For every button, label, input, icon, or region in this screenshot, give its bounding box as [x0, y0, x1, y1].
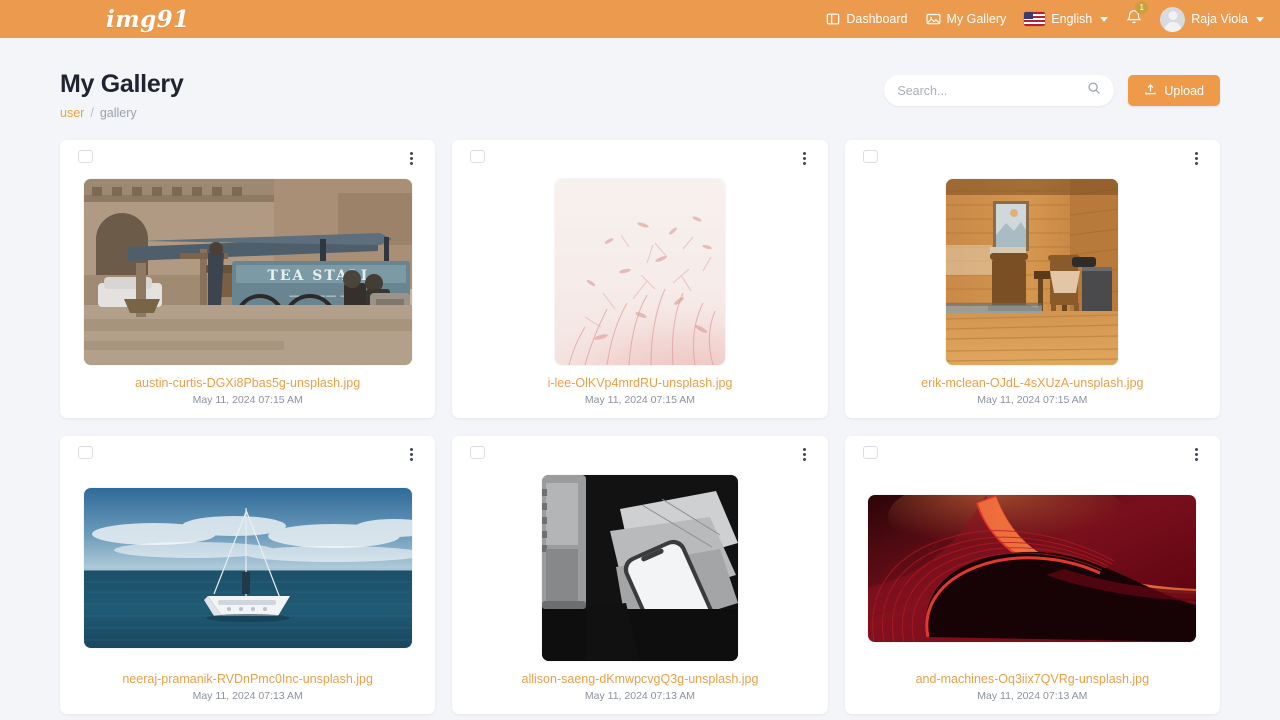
more-options-icon[interactable] [799, 150, 810, 167]
language-label: English [1051, 12, 1093, 26]
brand-logo[interactable]: img91 [106, 8, 190, 31]
chevron-down-icon [1100, 16, 1109, 22]
thumbnail-area: TEA STALL — ——— — [78, 172, 417, 377]
file-date: May 11, 2024 07:15 AM [584, 393, 696, 406]
card-caption: austin-curtis-DGXi8Pbas5g-unsplash.jpg M… [78, 377, 417, 406]
breadcrumb-separator: / [90, 105, 94, 120]
file-name[interactable]: allison-saeng-dKmwpcvgQ3g-unsplash.jpg [470, 673, 809, 686]
upload-button-label: Upload [1164, 83, 1204, 98]
image-thumbnail[interactable] [946, 179, 1119, 366]
page-header-left: My Gallery user / gallery [60, 70, 184, 120]
gallery-card[interactable]: allison-saeng-dKmwpcvgQ3g-unsplash.jpg M… [452, 435, 828, 714]
card-caption: allison-saeng-dKmwpcvgQ3g-unsplash.jpg M… [470, 673, 809, 702]
us-flag-icon [1024, 12, 1046, 26]
nav-item-my-gallery-label: My Gallery [946, 12, 1007, 26]
chevron-down-icon [1256, 16, 1264, 22]
select-checkbox[interactable] [470, 149, 486, 163]
file-name[interactable]: and-machines-Oq3iix7QVRg-unsplash.jpg [863, 673, 1202, 686]
select-checkbox[interactable] [78, 445, 93, 459]
image-thumbnail[interactable]: TEA STALL — ——— — [83, 179, 412, 366]
upload-icon [1144, 83, 1157, 99]
language-selector[interactable]: English [1024, 12, 1109, 26]
breadcrumb-user[interactable]: user [60, 106, 84, 120]
card-caption: and-machines-Oq3iix7QVRg-unsplash.jpg Ma… [863, 673, 1202, 702]
notification-badge: 1 [1135, 1, 1149, 14]
gallery-card[interactable]: erik-mclean-OJdL-4sXUzA-unsplash.jpg May… [844, 139, 1220, 418]
file-date: May 11, 2024 07:13 AM [584, 689, 696, 702]
thumbnail-area [863, 172, 1202, 377]
gallery-grid: TEA STALL — ——— — austin-curtis-DGXi8Pba… [60, 139, 1220, 714]
search-box[interactable] [884, 75, 1115, 106]
search-input[interactable] [897, 83, 1088, 98]
notifications-button[interactable]: 1 [1126, 1, 1149, 30]
file-name[interactable]: erik-mclean-OJdL-4sXUzA-unsplash.jpg [863, 377, 1202, 390]
dashboard-icon [826, 12, 840, 26]
file-date: May 11, 2024 07:13 AM [977, 689, 1088, 702]
nav-item-my-gallery[interactable]: My Gallery [925, 12, 1007, 26]
user-menu[interactable]: Raja Viola [1160, 6, 1264, 32]
more-options-icon[interactable] [1191, 150, 1202, 167]
more-options-icon[interactable] [799, 446, 810, 463]
card-toolbar [78, 149, 417, 172]
gallery-card[interactable]: and-machines-Oq3iix7QVRg-unsplash.jpg Ma… [844, 435, 1220, 714]
card-toolbar [862, 445, 1202, 468]
thumbnail-area [470, 172, 809, 377]
image-thumbnail[interactable] [83, 488, 412, 649]
card-caption: i-lee-OlKVp4mrdRU-unsplash.jpg May 11, 2… [470, 377, 809, 406]
more-options-icon[interactable] [1191, 446, 1202, 463]
image-thumbnail[interactable] [541, 475, 738, 662]
card-toolbar [862, 149, 1202, 172]
card-toolbar [470, 149, 810, 172]
card-toolbar [78, 445, 417, 468]
select-checkbox[interactable] [862, 149, 878, 163]
select-checkbox[interactable] [78, 149, 93, 163]
file-date: May 11, 2024 07:15 AM [192, 393, 303, 406]
select-checkbox[interactable] [470, 445, 486, 459]
header-actions: Upload [884, 70, 1220, 106]
search-icon[interactable] [1087, 81, 1101, 100]
breadcrumb-gallery: gallery [99, 105, 137, 120]
gallery-card[interactable]: TEA STALL — ——— — austin-curtis-DGXi8Pba… [60, 139, 436, 418]
upload-button[interactable]: Upload [1128, 75, 1220, 106]
file-name[interactable]: neeraj-pramanik-RVDnPmc0Inc-unsplash.jpg [78, 673, 417, 686]
page-header: My Gallery user / gallery Search... Uplo… [60, 38, 1220, 120]
gallery-card[interactable]: neeraj-pramanik-RVDnPmc0Inc-unsplash.jpg… [60, 435, 436, 714]
thumbnail-area [470, 468, 809, 673]
breadcrumb: user / gallery [60, 106, 183, 120]
page-title: My Gallery [60, 70, 184, 98]
card-caption: erik-mclean-OJdL-4sXUzA-unsplash.jpg May… [863, 377, 1202, 406]
nav-item-dashboard[interactable]: Dashboard [826, 12, 908, 26]
image-thumbnail[interactable] [868, 494, 1197, 642]
user-name-label: Raja Viola [1191, 12, 1248, 26]
navbar-actions: Dashboard My Gallery English 1 Raja Viol… [826, 1, 1266, 32]
thumbnail-area [863, 468, 1202, 673]
select-checkbox[interactable] [862, 445, 878, 459]
more-options-icon[interactable] [406, 446, 417, 463]
file-date: May 11, 2024 07:15 AM [977, 393, 1088, 406]
card-caption: neeraj-pramanik-RVDnPmc0Inc-unsplash.jpg… [78, 673, 417, 702]
top-navbar: img91 Dashboard My Gallery English 1 Raj… [0, 0, 1280, 38]
card-toolbar [470, 445, 810, 468]
file-date: May 11, 2024 07:13 AM [192, 689, 303, 702]
image-thumbnail[interactable] [554, 179, 725, 366]
more-options-icon[interactable] [406, 150, 417, 167]
page-content: My Gallery user / gallery Search... Uplo… [0, 38, 1280, 714]
file-name[interactable]: austin-curtis-DGXi8Pbas5g-unsplash.jpg [78, 377, 417, 390]
thumbnail-area [78, 468, 417, 673]
avatar [1160, 6, 1186, 32]
nav-item-dashboard-label: Dashboard [846, 12, 908, 26]
gallery-card[interactable]: i-lee-OlKVp4mrdRU-unsplash.jpg May 11, 2… [452, 139, 828, 418]
gallery-icon [925, 12, 941, 26]
file-name[interactable]: i-lee-OlKVp4mrdRU-unsplash.jpg [470, 377, 809, 390]
